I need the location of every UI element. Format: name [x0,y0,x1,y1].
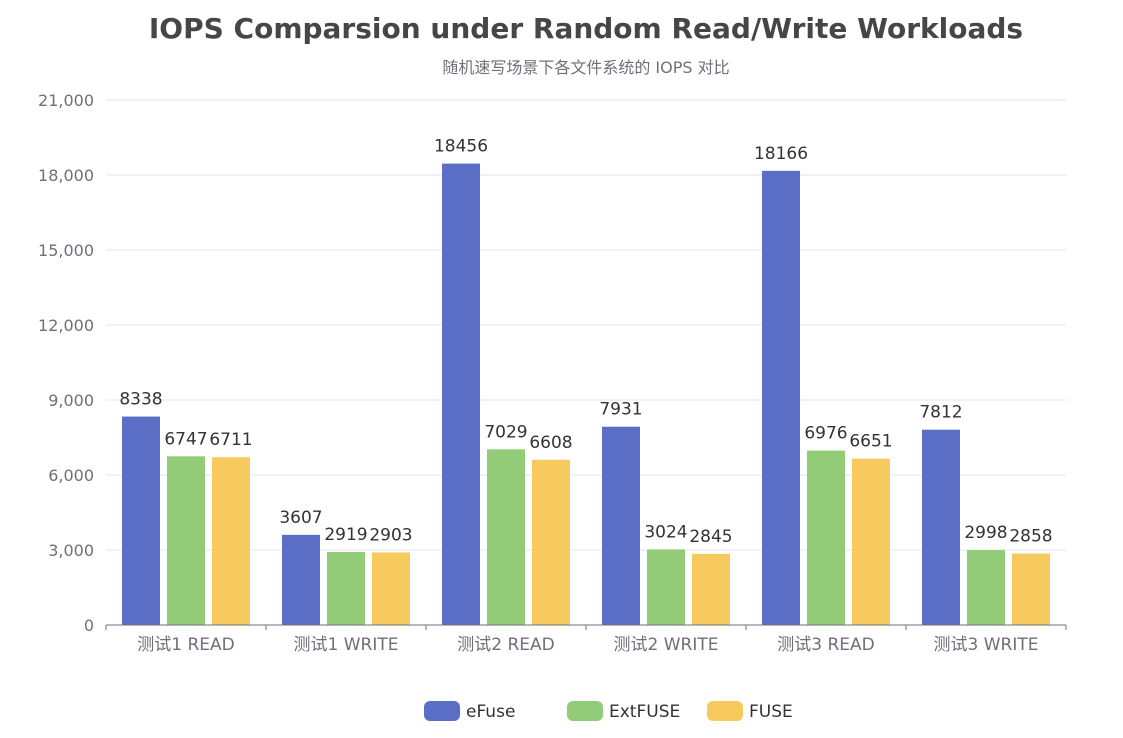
bar [122,416,160,625]
data-label: 2858 [1009,527,1052,547]
data-labels: 83386747 6711 36072919 2903 18456 70296608 793… [119,137,1052,547]
legend-swatch [707,701,743,721]
y-tick-label: 21,000 [38,91,94,110]
bar [692,553,730,625]
data-label: 2919 [324,525,367,545]
bar [442,163,480,625]
x-axis-ticks: 测试1 READ 测试1 WRITE 测试2 READ 测试2 WRITE 测试3 RE… [137,635,1038,655]
iops-bar-chart: IOPS Comparsion under Random Read/Write … [38,12,1067,722]
bar [372,552,410,625]
data-label: 18166 [754,144,808,164]
bar [282,534,320,625]
data-label: 6747 [164,429,207,449]
legend-label: ExtFUSE [609,702,680,722]
legend-swatch [567,701,603,721]
y-tick-label: 6,000 [48,466,94,485]
x-axis [105,624,1067,630]
chart-subtitle: 随机速写场景下各文件系统的 IOPS 对比 [442,58,729,77]
x-tick-label: 测试2 WRITE [614,635,719,655]
y-tick-label: 9,000 [48,391,94,410]
legend-label: eFuse [466,702,515,722]
data-label: 6651 [849,432,892,452]
legend: eFuse ExtFUSE FUSE [424,701,793,722]
bar [532,459,570,625]
legend-label: FUSE [749,702,793,722]
data-label: 8338 [119,390,162,410]
data-label: 2903 [369,525,412,545]
data-label: 3024 [644,522,687,542]
data-label: 7931 [599,400,642,420]
y-tick-label: 3,000 [48,541,94,560]
y-tick-label: 12,000 [38,316,94,335]
bar [922,429,960,625]
x-tick-label: 测试2 READ [457,635,555,655]
x-tick-label: 测试3 WRITE [934,635,1039,655]
data-label: 18456 [434,137,488,157]
bar [327,552,365,625]
y-tick-label: 18,000 [38,166,94,185]
bar [1012,553,1050,625]
data-label: 6608 [529,433,572,453]
x-tick-label: 测试1 WRITE [294,635,399,655]
data-label: 2845 [689,527,732,547]
y-axis-ticks: 0 3,000 6,000 9,000 12,000 15,000 18,000 21,000 [38,91,94,635]
data-label: 7029 [484,422,527,442]
bar [762,170,800,625]
bar [967,550,1005,625]
data-label: 6711 [209,430,252,450]
chart-title: IOPS Comparsion under Random Read/Write … [149,12,1023,45]
y-tick-label: 15,000 [38,241,94,260]
legend-swatch [424,701,460,721]
bar [167,456,205,625]
x-tick-label: 测试1 READ [137,635,235,655]
bar [647,549,685,625]
bars [122,163,1050,625]
y-tick-label: 0 [84,616,94,635]
bar [212,457,250,625]
bar [807,450,845,625]
bar [602,426,640,625]
bar [487,449,525,625]
x-tick-label: 测试3 READ [777,635,875,655]
data-label: 3607 [279,508,322,528]
data-label: 7812 [919,403,962,423]
bar [852,458,890,625]
data-label: 2998 [964,523,1007,543]
data-label: 6976 [804,424,847,444]
